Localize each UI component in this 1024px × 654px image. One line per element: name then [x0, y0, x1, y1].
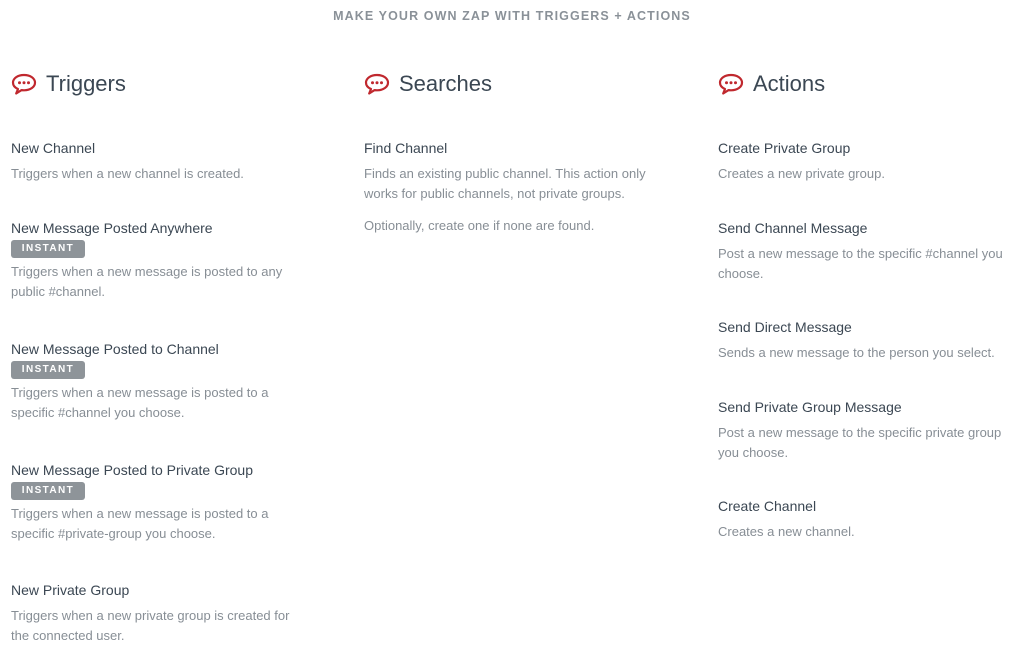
item-title[interactable]: Create Channel: [718, 497, 1018, 515]
searches-heading: Searches: [364, 70, 492, 98]
trigger-new-private-group[interactable]: New Private Group Triggers when a new pr…: [11, 581, 311, 646]
action-create-private-group[interactable]: Create Private Group Creates a new priva…: [718, 139, 1018, 184]
instant-badge: INSTANT: [11, 240, 85, 258]
item-description: Triggers when a new message is posted to…: [11, 506, 269, 541]
item-title[interactable]: Send Direct Message: [718, 318, 1018, 336]
item-title[interactable]: New Message Posted to Channel: [11, 340, 311, 358]
item-description: Creates a new channel.: [718, 524, 855, 539]
chat-bubble-icon: [364, 73, 390, 95]
item-title[interactable]: Send Channel Message: [718, 219, 1018, 237]
item-description: Post a new message to the specific priva…: [718, 425, 1002, 460]
instant-badge: INSTANT: [11, 361, 85, 379]
item-title[interactable]: New Message Posted Anywhere: [11, 219, 311, 237]
item-title[interactable]: Create Private Group: [718, 139, 1018, 157]
item-extra-note: Optionally, create one if none are found…: [364, 218, 595, 233]
search-find-channel[interactable]: Find Channel Finds an existing public ch…: [364, 139, 664, 236]
item-title[interactable]: New Message Posted to Private Group: [11, 461, 311, 479]
chat-bubble-icon: [718, 73, 744, 95]
item-description: Triggers when a new private group is cre…: [11, 608, 290, 643]
item-description: Finds an existing public channel. This a…: [364, 166, 646, 201]
instant-badge: INSTANT: [11, 482, 85, 500]
item-description: Sends a new message to the person you se…: [718, 345, 995, 360]
searches-title: Searches: [399, 71, 492, 96]
triggers-title: Triggers: [46, 71, 126, 96]
item-description: Triggers when a new message is posted to…: [11, 264, 283, 299]
action-send-private-group-message[interactable]: Send Private Group Message Post a new me…: [718, 398, 1018, 463]
item-description: Triggers when a new message is posted to…: [11, 385, 269, 420]
actions-title: Actions: [753, 71, 826, 96]
action-send-channel-message[interactable]: Send Channel Message Post a new message …: [718, 219, 1018, 284]
item-description: Post a new message to the specific #chan…: [718, 246, 1003, 281]
triggers-heading: Triggers: [11, 70, 126, 98]
page-header: MAKE YOUR OWN ZAP WITH TRIGGERS + ACTION…: [333, 9, 691, 23]
item-title[interactable]: Find Channel: [364, 139, 664, 157]
item-title[interactable]: New Private Group: [11, 581, 311, 599]
trigger-new-channel[interactable]: New Channel Triggers when a new channel …: [11, 139, 311, 184]
trigger-new-message-channel[interactable]: New Message Posted to Channel INSTANT Tr…: [11, 340, 311, 423]
action-send-direct-message[interactable]: Send Direct Message Sends a new message …: [718, 318, 1018, 363]
item-title[interactable]: Send Private Group Message: [718, 398, 1018, 416]
chat-bubble-icon: [11, 73, 37, 95]
action-create-channel[interactable]: Create Channel Creates a new channel.: [718, 497, 1018, 542]
item-description: Triggers when a new channel is created.: [11, 166, 244, 181]
item-title[interactable]: New Channel: [11, 139, 311, 157]
item-description: Creates a new private group.: [718, 166, 885, 181]
actions-heading: Actions: [718, 70, 825, 98]
trigger-new-message-private-group[interactable]: New Message Posted to Private Group INST…: [11, 461, 311, 544]
trigger-new-message-anywhere[interactable]: New Message Posted Anywhere INSTANT Trig…: [11, 219, 311, 302]
